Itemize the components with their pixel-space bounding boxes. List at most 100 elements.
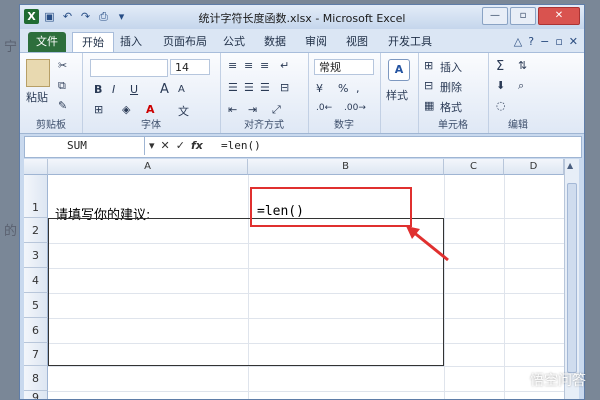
- comma-icon[interactable]: ,: [356, 82, 360, 95]
- doc-minimize-icon[interactable]: −: [540, 35, 549, 48]
- collapse-ribbon-icon[interactable]: △: [514, 35, 522, 48]
- cancel-formula-button[interactable]: ✕: [161, 137, 170, 155]
- row-header-5[interactable]: 5: [24, 293, 48, 318]
- worksheet-grid[interactable]: A B C D 1 2 3 4 5 6 7 8 9 请填写你的建议: =len(…: [24, 159, 564, 399]
- align-bottom-icon[interactable]: ≡: [260, 59, 269, 72]
- clipboard-group: 粘贴 ✂ ⧉ ✎ 剪贴板: [20, 53, 83, 133]
- column-header-a[interactable]: A: [48, 159, 248, 175]
- font-name-select[interactable]: [90, 59, 168, 77]
- styles-label[interactable]: 样式: [386, 87, 408, 103]
- delete-cells-icon[interactable]: ⊟: [424, 79, 433, 92]
- wrap-text-icon[interactable]: ↵: [280, 59, 289, 72]
- align-middle-icon[interactable]: ≡: [244, 59, 253, 72]
- tab-review[interactable]: 审阅: [305, 32, 327, 52]
- find-select-icon[interactable]: ⌕: [518, 79, 524, 93]
- gridline: [48, 366, 564, 367]
- name-box[interactable]: SUM: [25, 137, 145, 155]
- format-painter-icon[interactable]: ✎: [58, 99, 67, 112]
- cut-icon[interactable]: ✂: [58, 59, 67, 72]
- sort-filter-icon[interactable]: ⇅: [518, 59, 527, 72]
- enter-formula-button[interactable]: ✓: [176, 137, 185, 155]
- row-header-8[interactable]: 8: [24, 366, 48, 391]
- row-header-2[interactable]: 2: [24, 218, 48, 243]
- bold-button[interactable]: B: [94, 83, 102, 96]
- column-header-d[interactable]: D: [504, 159, 564, 175]
- help-icon[interactable]: ?: [528, 35, 534, 48]
- fill-color-icon[interactable]: ◈: [122, 103, 130, 116]
- name-box-dropdown-icon[interactable]: ▾: [149, 137, 155, 155]
- formula-bar: SUM ▾ ✕ ✓ fx =len(): [24, 136, 582, 158]
- merged-cell-a2-b7[interactable]: [48, 218, 444, 366]
- paste-label[interactable]: 粘贴: [26, 89, 48, 105]
- clear-icon[interactable]: ◌: [496, 99, 506, 112]
- vertical-scrollbar[interactable]: ▲: [564, 159, 579, 399]
- tab-view[interactable]: 视图: [346, 32, 368, 52]
- row-header-9[interactable]: 9: [24, 391, 48, 399]
- close-button[interactable]: ✕: [538, 7, 580, 25]
- alignment-group: ≡ ≡ ≡ ↵ ☰ ☰ ☰ ⊟ ⇤ ⇥ ⤢ 对齐方式: [220, 53, 309, 133]
- font-size-select[interactable]: 14: [170, 59, 210, 75]
- underline-button[interactable]: U: [130, 83, 138, 96]
- tab-formulas[interactable]: 公式: [223, 32, 245, 52]
- row-header-4[interactable]: 4: [24, 268, 48, 293]
- styles-icon[interactable]: A: [388, 59, 410, 81]
- align-left-icon[interactable]: ☰: [228, 81, 238, 94]
- copy-icon[interactable]: ⧉: [58, 79, 66, 93]
- watermark-logo-icon: [512, 373, 526, 387]
- row-header-1[interactable]: 1: [24, 175, 48, 218]
- border-icon[interactable]: ⊞: [94, 103, 103, 116]
- row-header-6[interactable]: 6: [24, 318, 48, 343]
- tab-data[interactable]: 数据: [264, 32, 286, 52]
- column-header-c[interactable]: C: [444, 159, 504, 175]
- italic-button[interactable]: I: [112, 83, 115, 96]
- format-cells-label[interactable]: 格式: [440, 99, 462, 115]
- tab-home[interactable]: 开始: [72, 32, 114, 54]
- gridline: [48, 391, 564, 392]
- delete-cells-label[interactable]: 删除: [440, 79, 462, 95]
- select-all-corner[interactable]: [24, 159, 48, 175]
- ribbon-tab-icons: △ ? − ▫ ✕: [514, 35, 578, 48]
- percent-button[interactable]: %: [338, 82, 348, 95]
- doc-restore-icon[interactable]: ▫: [555, 35, 562, 48]
- row-header-3[interactable]: 3: [24, 243, 48, 268]
- grow-font-button[interactable]: A: [160, 82, 169, 97]
- align-top-icon[interactable]: ≡: [228, 59, 237, 72]
- orientation-icon[interactable]: ⤢: [272, 103, 281, 117]
- scroll-up-icon[interactable]: ▲: [567, 161, 573, 170]
- column-header-b[interactable]: B: [248, 159, 444, 175]
- increase-decimal-icon[interactable]: .0←: [316, 103, 332, 113]
- insert-function-button[interactable]: fx: [191, 137, 203, 155]
- row-header-7[interactable]: 7: [24, 343, 48, 366]
- tab-page-layout[interactable]: 页面布局: [163, 32, 207, 52]
- increase-indent-icon[interactable]: ⇥: [248, 103, 257, 116]
- font-group-label: 字体: [141, 120, 161, 131]
- formula-input[interactable]: =len(): [221, 137, 261, 155]
- scrollbar-thumb[interactable]: [567, 183, 577, 373]
- insert-cells-icon[interactable]: ⊞: [424, 59, 433, 72]
- insert-cells-label[interactable]: 插入: [440, 59, 462, 75]
- paste-icon[interactable]: [26, 59, 50, 87]
- formula-buttons: ▾ ✕ ✓ fx: [149, 137, 203, 155]
- decrease-indent-icon[interactable]: ⇤: [228, 103, 237, 116]
- fill-icon[interactable]: ⬇: [496, 79, 505, 92]
- decrease-decimal-icon[interactable]: .00→: [344, 103, 366, 113]
- shrink-font-button[interactable]: A: [178, 84, 185, 95]
- editing-group-label: 编辑: [508, 120, 528, 131]
- autosum-icon[interactable]: Σ: [496, 59, 504, 74]
- clipboard-group-label: 剪贴板: [36, 120, 66, 131]
- tab-file[interactable]: 文件: [28, 32, 66, 52]
- tab-insert[interactable]: 插入: [120, 32, 142, 52]
- restore-button[interactable]: ▫: [510, 7, 536, 25]
- format-cells-icon[interactable]: ▦: [424, 99, 434, 112]
- merge-center-icon[interactable]: ⊟: [280, 81, 289, 94]
- font-color-icon[interactable]: A: [146, 103, 155, 116]
- number-format-select[interactable]: 常规: [314, 59, 374, 75]
- doc-close-icon[interactable]: ✕: [569, 35, 578, 48]
- tab-developer[interactable]: 开发工具: [388, 32, 432, 52]
- ribbon: 粘贴 ✂ ⧉ ✎ 剪贴板 14 B I U A A ⊞ ◈ A 文 字体 ≡ ≡…: [20, 52, 584, 134]
- align-right-icon[interactable]: ☰: [260, 81, 270, 94]
- annotation-arrow: [406, 226, 449, 262]
- minimize-button[interactable]: —: [482, 7, 508, 25]
- align-center-icon[interactable]: ☰: [244, 81, 254, 94]
- currency-icon[interactable]: ¥: [316, 82, 323, 95]
